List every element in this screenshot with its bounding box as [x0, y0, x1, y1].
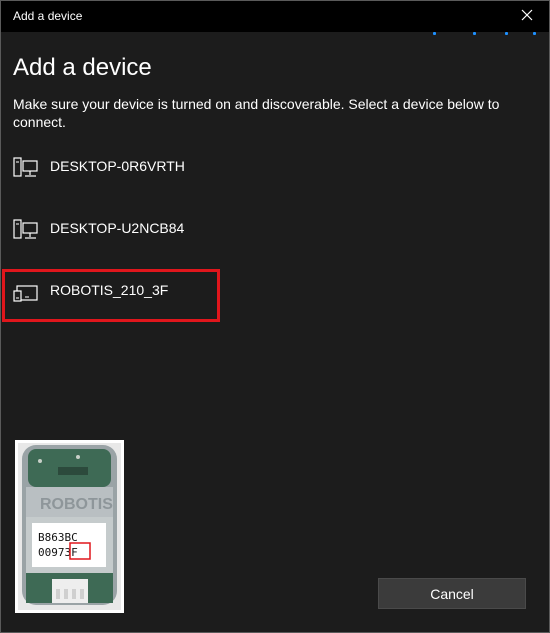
device-photo: ROBOTIS B863BC 00973F	[15, 440, 124, 613]
cancel-button[interactable]: Cancel	[378, 578, 526, 609]
instructions-text: Make sure your device is turned on and d…	[13, 96, 500, 130]
robotis-device-illustration: ROBOTIS B863BC 00973F	[18, 443, 121, 610]
close-icon[interactable]	[519, 7, 535, 23]
label-serial-line1: B863BC	[38, 531, 78, 544]
title-bar: Add a device	[1, 1, 549, 32]
device-name: DESKTOP-0R6VRTH	[50, 158, 185, 174]
device-name: DESKTOP-U2NCB84	[50, 220, 185, 236]
device-item-desktop-u2ncb84[interactable]: DESKTOP-U2NCB84	[1, 203, 549, 257]
window-title: Add a device	[13, 9, 83, 23]
desktop-computer-icon	[13, 219, 38, 239]
device-name: ROBOTIS_210_3F	[50, 282, 169, 298]
page-title: Add a device	[13, 54, 152, 81]
brand-text: ROBOTIS	[40, 496, 113, 513]
progress-indicator	[421, 32, 541, 36]
desktop-computer-icon	[13, 157, 38, 177]
device-item-robotis-210-3f[interactable]: ROBOTIS_210_3F	[1, 265, 549, 319]
generic-device-icon	[13, 285, 38, 302]
add-device-window: Add a device Add a device Make sure your…	[0, 0, 550, 633]
label-serial-line2: 00973F	[38, 546, 78, 559]
device-item-desktop-0r6vrth[interactable]: DESKTOP-0R6VRTH	[1, 141, 549, 195]
